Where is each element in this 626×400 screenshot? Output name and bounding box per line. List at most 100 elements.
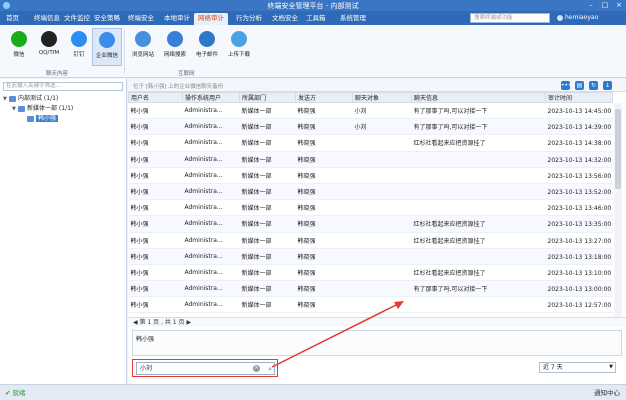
cell-text: 有了那事了吗,可以对接一下 <box>413 108 488 116</box>
table-cell: Administra... <box>182 102 240 120</box>
menu-item[interactable]: 网络审计 <box>194 13 228 25</box>
column-header[interactable]: 用户名 <box>128 92 183 103</box>
ribbon-button[interactable]: 钉钉 <box>64 28 94 66</box>
table-row[interactable]: 韩小强 Administra... 新媒体一部 韩晓强 2023-10-13 13:52… <box>128 183 613 201</box>
menu-item[interactable]: 终端信息 <box>30 13 64 23</box>
table-cell: Administra... <box>182 296 240 314</box>
ribbon-button[interactable]: QQ/TIM <box>34 28 64 66</box>
menu-item[interactable]: 工具箱 <box>302 13 330 23</box>
table-row[interactable]: 韩小强 Administra... 新媒体一部 韩晓强 2023-10-13 14:32… <box>128 151 613 168</box>
table-row[interactable]: 韩小强 Administra... 新媒体一部 韩晓强 2023-10-13 13:18… <box>128 248 613 265</box>
table-cell <box>352 183 412 201</box>
user-menu[interactable]: hemiaoyao <box>557 13 623 23</box>
cell-text: 韩小强 <box>130 140 149 148</box>
cell-text: 韩小强 <box>130 108 149 116</box>
cell-text: 红杉社看起来应把资源挂了 <box>413 269 486 277</box>
cell-text: Administra... <box>184 236 223 244</box>
table-row[interactable]: 韩小强 Administra... 新媒体一部 韩晓强 红杉社看起来应把资源挂了 2023… <box>128 134 613 152</box>
menu-item[interactable]: 本地审计 <box>160 13 194 23</box>
main-panel: 位于 [韩小强] 上的企业微信聊天备份 ••• ▤ ↻ ↓ 用户名 操作系统用户所… <box>128 79 626 384</box>
download-icon[interactable]: ↓ <box>603 81 612 90</box>
table-cell: 新媒体一部 <box>239 167 296 184</box>
menu-item[interactable]: 文档安全 <box>268 13 302 23</box>
more-icon[interactable]: ••• <box>561 81 572 90</box>
refresh-icon[interactable]: ↻ <box>589 81 598 90</box>
ribbon-button[interactable]: 企业微信 <box>92 28 122 66</box>
ribbon-button-label: 钉钉 <box>73 52 85 58</box>
date-range-select[interactable]: 近 7 天 ▼ <box>539 362 616 373</box>
tree-filter-input[interactable]: 在此输入关键字筛选... <box>3 82 123 91</box>
cell-text: 新媒体一部 <box>241 124 272 132</box>
table-cell <box>352 296 412 314</box>
tree-node-label: 新媒体一部 (1/1) <box>27 105 74 112</box>
ribbon-button[interactable]: 浏览网站 <box>128 28 158 66</box>
notification-center[interactable]: 通知中心 <box>594 385 620 400</box>
ribbon-button[interactable]: 微信 <box>4 28 34 66</box>
cell-text: 新媒体一部 <box>241 269 272 277</box>
cell-text: 韩晓强 <box>297 124 316 132</box>
ribbon-button[interactable]: 网络搜索 <box>160 28 190 66</box>
column-header[interactable]: 审计时间 <box>545 92 613 103</box>
table-row[interactable]: 韩小强 Administra... 新媒体一部 韩晓强 2023-10-13 13:46… <box>128 199 613 217</box>
table-cell: 韩小强 <box>128 296 183 314</box>
table-row[interactable]: 韩小强 Administra... 新媒体一部 韩晓强 有了那事了吗,可以对接一下 202… <box>128 280 613 298</box>
tree-node[interactable]: ▼ 内部测试 (1/1) <box>0 94 126 104</box>
table-cell: 有了那事了吗,可以对接一下 <box>411 102 546 120</box>
menu-item[interactable]: 行为分析 <box>232 13 266 23</box>
menu-item[interactable]: 终端安全 <box>124 13 158 23</box>
minimize-button[interactable]: – <box>584 0 598 11</box>
table-cell <box>352 264 412 282</box>
table-cell: Administra... <box>182 118 240 136</box>
table-cell <box>352 134 412 152</box>
date-range-value: 近 7 天 <box>543 364 563 371</box>
ribbon-button-label: 微信 <box>13 52 25 58</box>
column-header[interactable]: 操作系统用户 <box>182 92 240 103</box>
column-header[interactable]: 所属部门 <box>239 92 296 103</box>
scrollbar-thumb[interactable] <box>615 109 621 189</box>
table-cell: Administra... <box>182 167 240 184</box>
ribbon-button[interactable]: 电子邮件 <box>192 28 222 66</box>
table-cell: 韩晓强 <box>295 280 353 298</box>
maximize-button[interactable]: □ <box>598 0 612 11</box>
tree-node[interactable]: 韩小强 <box>0 114 126 124</box>
ribbon-button-label: 网络搜索 <box>163 52 186 58</box>
cloud-upload-icon <box>231 31 247 47</box>
table-row[interactable]: 韩小强 Administra... 新媒体一部 韩晓强 2023-10-13 13:56… <box>128 167 613 184</box>
table-scrollbar[interactable] <box>614 103 622 323</box>
pager-next-icon[interactable]: ▶ <box>185 319 191 326</box>
table-row[interactable]: 韩小强 Administra... 新媒体一部 韩晓强 红杉社看起来应把资源挂了 2023… <box>128 215 613 233</box>
cell-text: 韩晓强 <box>297 172 316 180</box>
cell-text: Administra... <box>184 220 223 228</box>
table-cell <box>411 248 546 265</box>
table-row[interactable]: 韩小强 Administra... 新媒体一部 韩晓强 小刘 有了那事了吗,可以对接一下 2… <box>128 118 613 136</box>
table-cell: 新媒体一部 <box>239 199 296 217</box>
column-header[interactable]: 聊天对象 <box>352 92 412 103</box>
column-header[interactable]: 聊天信息 <box>411 92 546 103</box>
table-cell: 小刘 <box>352 118 412 136</box>
menu-item[interactable]: 首页 <box>2 13 23 23</box>
table-cell: 韩晓强 <box>295 215 353 233</box>
cell-text: 韩晓强 <box>297 140 316 148</box>
table-cell: 2023-10-13 14:39:00 <box>545 118 613 136</box>
menu-item[interactable]: 系统管理 <box>336 13 370 23</box>
column-header[interactable]: 发送方 <box>295 92 353 103</box>
table-cell: 新媒体一部 <box>239 280 296 298</box>
cell-text: 2023-10-13 12:57:00 <box>547 302 612 310</box>
table-row[interactable]: 韩小强 Administra... 新媒体一部 韩晓强 红杉社看起来应把资源挂了 2023… <box>128 232 613 249</box>
table-cell: 新媒体一部 <box>239 296 296 314</box>
columns-icon[interactable]: ▤ <box>575 81 584 90</box>
table-cell: 2023-10-13 13:27:00 <box>545 232 613 249</box>
tree-node[interactable]: ▼ 新媒体一部 (1/1) <box>0 104 126 114</box>
ribbon-button[interactable]: 上传下载 <box>224 28 254 66</box>
menu-item[interactable]: 安全策略 <box>90 13 124 23</box>
cell-text: 韩小强 <box>130 302 149 310</box>
global-search-input[interactable]: 搜索终端或功能 <box>470 13 550 23</box>
table-row[interactable]: 韩小强 Administra... 新媒体一部 韩晓强 小刘 有了那事了吗,可以对接一下 2… <box>128 102 613 120</box>
cell-text: 红杉社看起来应把资源挂了 <box>413 221 486 229</box>
cell-text: 2023-10-13 13:10:00 <box>547 269 612 277</box>
web-search-icon <box>167 31 183 47</box>
close-button[interactable]: × <box>612 0 626 11</box>
table-row[interactable]: 韩小强 Administra... 新媒体一部 韩晓强 红杉社看起来应把资源挂了 2023… <box>128 264 613 282</box>
table-row[interactable]: 韩小强 Administra... 新媒体一部 韩晓强 2023-10-13 12:57… <box>128 296 613 314</box>
menu-item[interactable]: 文件监控 <box>60 13 94 23</box>
